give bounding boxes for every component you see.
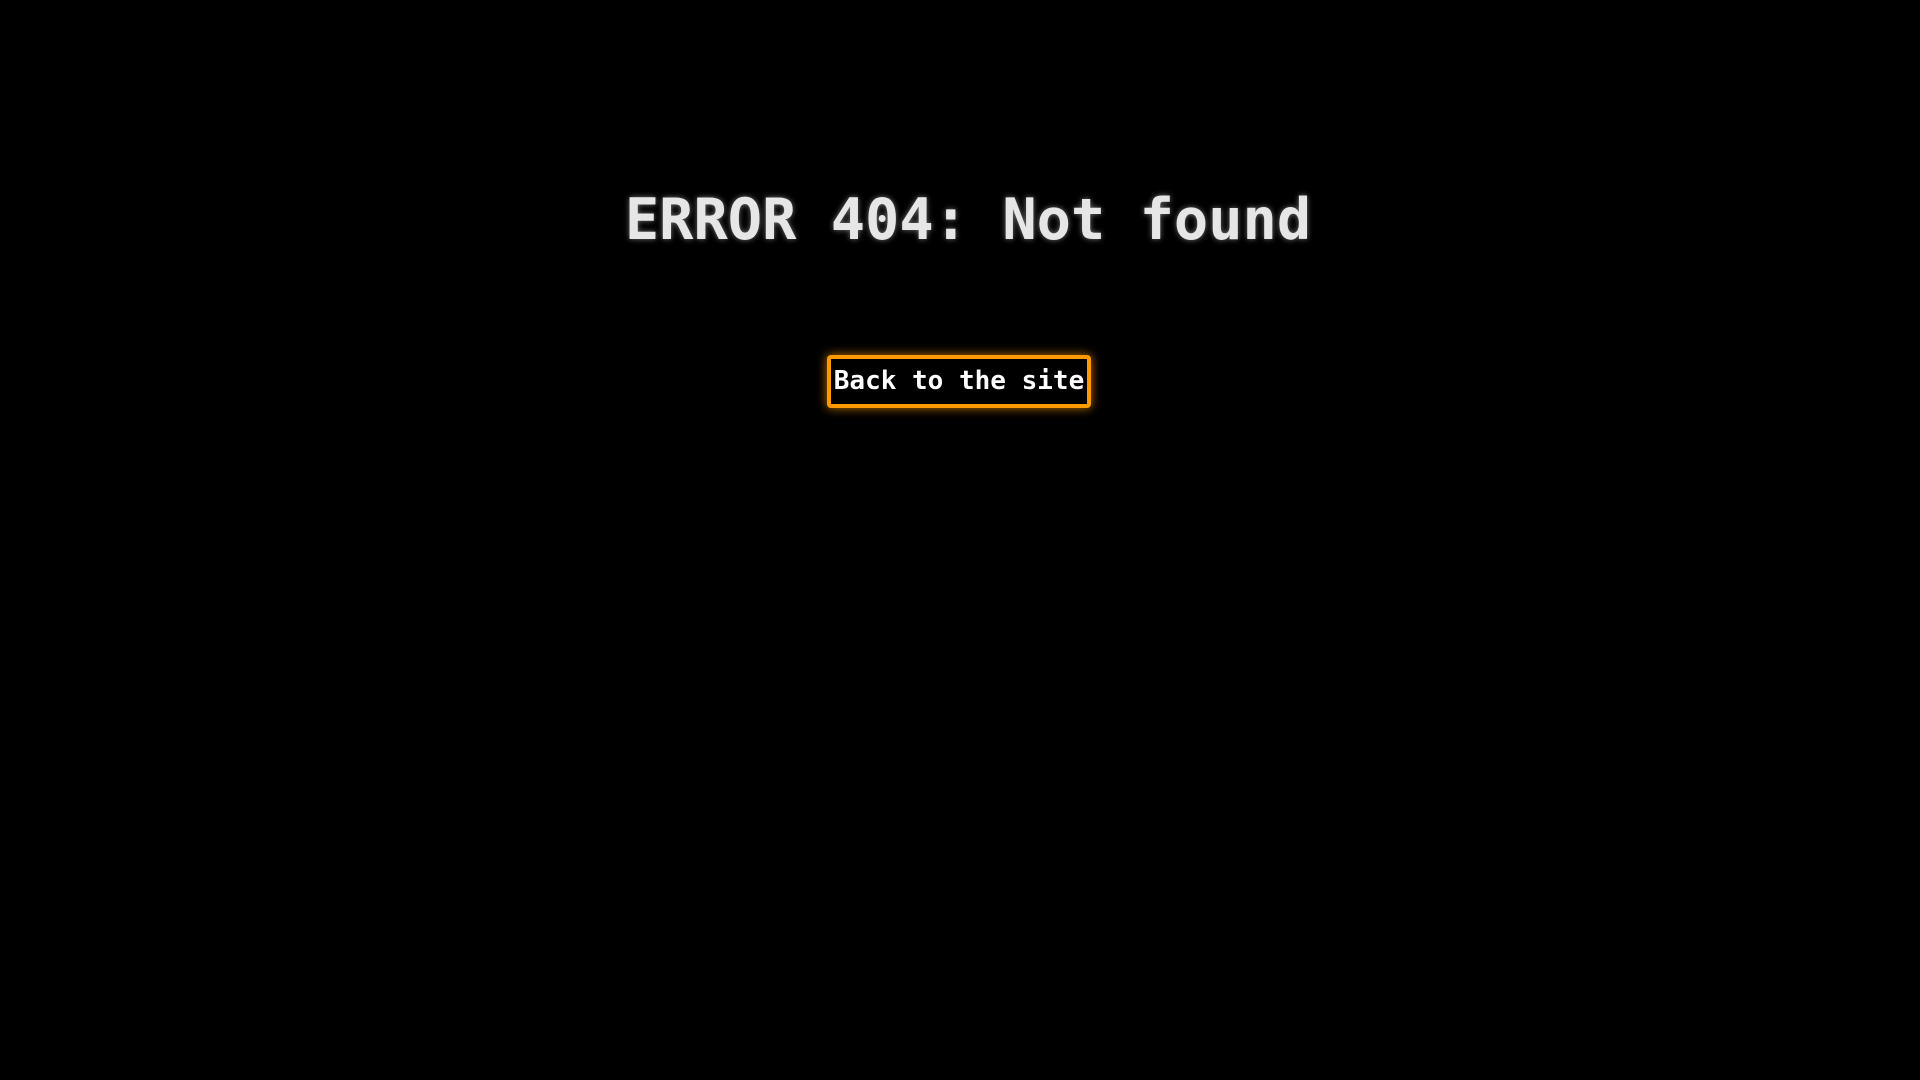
error-page: ERROR 404: Not found Back to the site	[0, 0, 1920, 1080]
error-title: ERROR 404: Not found	[624, 187, 1312, 253]
back-to-site-button[interactable]: Back to the site	[827, 355, 1091, 408]
